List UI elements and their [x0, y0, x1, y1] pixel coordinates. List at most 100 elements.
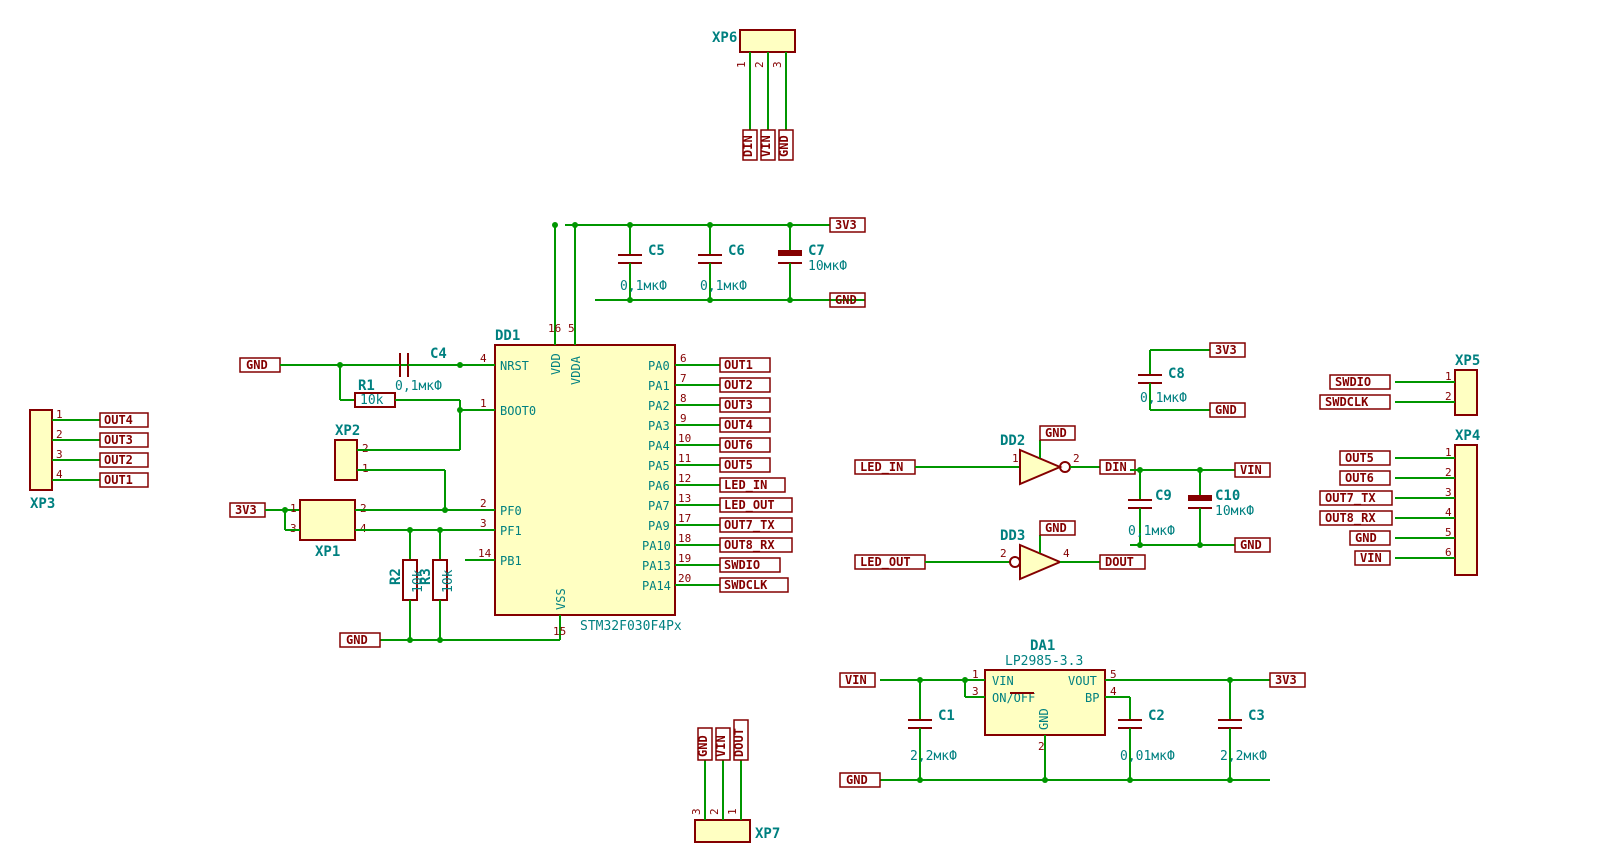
svg-text:PA1: PA1	[648, 379, 670, 393]
svg-text:C6: C6	[728, 243, 745, 259]
svg-text:2: 2	[708, 808, 721, 815]
svg-text:GND: GND	[835, 293, 857, 307]
schematic-canvas: XP6 1 2 3 DIN VIN GND 3V3 GND C50,1мкФ C…	[0, 0, 1600, 865]
svg-text:1: 1	[290, 502, 297, 515]
svg-text:C9: C9	[1155, 488, 1172, 504]
svg-text:2: 2	[1000, 547, 1007, 560]
xp6-ref: XP6	[712, 30, 737, 46]
svg-text:3: 3	[690, 808, 703, 815]
buffer-dd3: LED_OUT DD3 DOUT GND 42	[855, 521, 1145, 579]
svg-text:1: 1	[56, 408, 63, 421]
svg-text:1: 1	[362, 462, 369, 475]
regulator-da1: DA1 LP2985-3.3 VIN1 ON/OFF3 VOUT5 BP4 GN…	[840, 638, 1305, 787]
svg-text:4: 4	[56, 468, 63, 481]
svg-text:0,1мкФ: 0,1мкФ	[1128, 524, 1175, 539]
svg-text:1: 1	[735, 61, 748, 68]
svg-text:OUT3: OUT3	[104, 433, 133, 447]
connector-xp4: XP4 1OUT5 2OUT6 3OUT7_TX 4OUT8_RX 5GND 6…	[1320, 428, 1480, 575]
svg-text:2: 2	[1073, 452, 1080, 465]
svg-text:C1: C1	[938, 708, 955, 724]
svg-text:C10: C10	[1215, 488, 1240, 504]
svg-text:GND: GND	[1045, 426, 1067, 440]
svg-text:1: 1	[726, 808, 739, 815]
svg-text:3V3: 3V3	[1215, 343, 1237, 357]
svg-text:SWDCLK: SWDCLK	[1325, 395, 1369, 409]
svg-text:NRST: NRST	[500, 359, 529, 373]
svg-text:6: 6	[1445, 546, 1452, 559]
svg-text:LED_IN: LED_IN	[860, 460, 903, 475]
svg-text:C3: C3	[1248, 708, 1265, 724]
svg-text:1: 1	[1445, 446, 1452, 459]
svg-text:PB1: PB1	[500, 554, 522, 568]
connector-xp5: XP5 1SWDIO 2SWDCLK	[1320, 353, 1480, 415]
svg-text:3V3: 3V3	[235, 503, 257, 517]
svg-text:PA5: PA5	[648, 459, 670, 473]
svg-text:PA13: PA13	[642, 559, 671, 573]
svg-text:GND: GND	[1240, 538, 1262, 552]
svg-text:R1: R1	[358, 378, 375, 394]
svg-text:VIN: VIN	[1360, 551, 1382, 565]
svg-text:GND: GND	[1355, 531, 1377, 545]
svg-text:PA7: PA7	[648, 499, 670, 513]
connector-xp6: XP6 1 2 3 DIN VIN GND	[712, 30, 795, 160]
svg-text:2: 2	[480, 497, 487, 510]
svg-text:10мкФ: 10мкФ	[808, 259, 847, 274]
svg-text:0,1мкФ: 0,1мкФ	[1140, 391, 1187, 406]
svg-text:DD1: DD1	[495, 328, 520, 344]
svg-text:PA0: PA0	[648, 359, 670, 373]
vin-caps: VIN GND C90,1мкФ C1010мкФ	[1128, 463, 1270, 552]
svg-text:11: 11	[678, 452, 691, 465]
svg-text:2: 2	[360, 502, 367, 515]
svg-text:STM32F030F4Px: STM32F030F4Px	[580, 619, 682, 634]
svg-text:VIN: VIN	[992, 674, 1014, 688]
buffer-dd2: LED_IN DD2 DIN GND 21	[855, 426, 1135, 484]
svg-text:LED_IN: LED_IN	[724, 478, 767, 493]
cap-c8: 3V3 C80,1мкФ GND	[1138, 343, 1245, 417]
svg-text:SWDCLK: SWDCLK	[724, 578, 768, 592]
svg-text:VIN: VIN	[714, 735, 728, 757]
svg-text:XP7: XP7	[755, 826, 780, 842]
svg-text:PF1: PF1	[500, 524, 522, 538]
svg-text:0,1мкФ: 0,1мкФ	[395, 379, 442, 394]
svg-text:SWDIO: SWDIO	[1335, 375, 1371, 389]
svg-text:OUT7_TX: OUT7_TX	[1325, 491, 1376, 506]
svg-text:PA10: PA10	[642, 539, 671, 553]
svg-text:GND: GND	[696, 735, 710, 757]
svg-text:OUT2: OUT2	[104, 453, 133, 467]
svg-text:OUT4: OUT4	[724, 418, 753, 432]
svg-text:DIN: DIN	[741, 135, 755, 157]
svg-text:C2: C2	[1148, 708, 1165, 724]
svg-text:4: 4	[480, 352, 487, 365]
connector-xp3: XP3 1OUT4 2OUT3 3OUT2 4OUT1	[30, 408, 148, 512]
svg-text:5: 5	[1445, 526, 1452, 539]
svg-text:OUT4: OUT4	[104, 413, 133, 427]
svg-text:3: 3	[290, 522, 297, 535]
svg-text:BOOT0: BOOT0	[500, 404, 536, 418]
svg-text:18: 18	[678, 532, 691, 545]
svg-text:15: 15	[553, 625, 566, 638]
svg-text:LED_OUT: LED_OUT	[860, 555, 911, 570]
svg-text:3V3: 3V3	[1275, 673, 1297, 687]
svg-text:PA3: PA3	[648, 419, 670, 433]
svg-text:GND: GND	[846, 773, 868, 787]
svg-text:0,1мкФ: 0,1мкФ	[620, 279, 667, 294]
svg-text:16: 16	[548, 322, 561, 335]
decoupling-caps: 3V3 GND C50,1мкФ C60,1мкФ C710мкФ	[565, 218, 865, 307]
svg-text:OUT8_RX: OUT8_RX	[1325, 511, 1376, 526]
svg-text:DOUT: DOUT	[1105, 555, 1134, 569]
svg-text:3V3: 3V3	[835, 218, 857, 232]
svg-text:OUT5: OUT5	[1345, 451, 1374, 465]
svg-text:10: 10	[678, 432, 691, 445]
svg-text:XP3: XP3	[30, 496, 55, 512]
svg-text:LED_OUT: LED_OUT	[724, 498, 775, 513]
svg-text:4: 4	[1063, 547, 1070, 560]
svg-text:3: 3	[771, 61, 784, 68]
svg-text:OUT8_RX: OUT8_RX	[724, 538, 775, 553]
svg-text:VIN: VIN	[845, 673, 867, 687]
svg-text:SWDIO: SWDIO	[724, 558, 760, 572]
svg-text:1: 1	[1445, 370, 1452, 383]
svg-text:VIN: VIN	[759, 135, 773, 157]
svg-text:XP4: XP4	[1455, 428, 1480, 444]
svg-text:PA9: PA9	[648, 519, 670, 533]
svg-text:OUT1: OUT1	[104, 473, 133, 487]
